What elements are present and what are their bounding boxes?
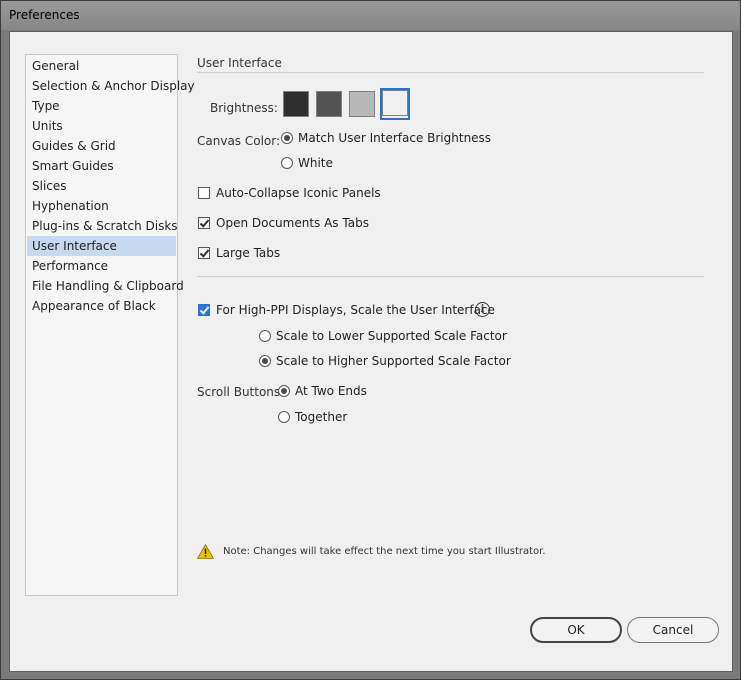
- scale-lower-radio[interactable]: Scale to Lower Supported Scale Factor: [259, 329, 507, 343]
- radio-indicator: [259, 330, 271, 342]
- section-title: User Interface: [197, 56, 282, 70]
- canvas-white-radio[interactable]: White: [281, 156, 333, 170]
- auto-collapse-checkbox[interactable]: Auto-Collapse Iconic Panels: [198, 186, 381, 200]
- warning-icon: [197, 544, 214, 559]
- sidebar-item-file-handling-clipboard[interactable]: File Handling & Clipboard: [27, 276, 184, 296]
- sidebar-item-type[interactable]: Type: [27, 96, 176, 116]
- sidebar-item-performance[interactable]: Performance: [27, 256, 176, 276]
- radio-label: Match User Interface Brightness: [298, 131, 492, 145]
- category-list: General Selection & Anchor Display Type …: [25, 54, 195, 596]
- checkbox-indicator: [198, 187, 210, 199]
- radio-indicator: [278, 411, 290, 423]
- dialog-body: General Selection & Anchor Display Type …: [9, 31, 733, 672]
- sidebar-item-guides-grid[interactable]: Guides & Grid: [27, 136, 176, 156]
- restart-note: Note: Changes will take effect the next …: [223, 546, 546, 557]
- scroll-together-radio[interactable]: Together: [278, 410, 347, 424]
- sidebar-item-hyphenation[interactable]: Hyphenation: [27, 196, 176, 216]
- preferences-window: Preferences General Selection & Anchor D…: [0, 0, 741, 680]
- sidebar-item-slices[interactable]: Slices: [27, 176, 176, 196]
- brightness-label: Brightness:: [210, 101, 278, 115]
- ok-button[interactable]: OK: [530, 617, 622, 643]
- radio-indicator: [278, 385, 290, 397]
- sidebar-item-smart-guides[interactable]: Smart Guides: [27, 156, 176, 176]
- sidebar-item-user-interface[interactable]: User Interface: [27, 236, 176, 256]
- checkbox-indicator: [198, 247, 210, 259]
- scroll-buttons-label: Scroll Buttons:: [197, 385, 285, 399]
- window-title: Preferences: [9, 8, 80, 22]
- radio-label: White: [298, 156, 333, 170]
- title-bar[interactable]: Preferences: [1, 1, 740, 30]
- canvas-color-label: Canvas Color:: [197, 134, 281, 148]
- scroll-at-two-ends-radio[interactable]: At Two Ends: [278, 384, 367, 398]
- radio-label: Together: [295, 410, 348, 424]
- checkbox-label: Open Documents As Tabs: [216, 216, 369, 230]
- checkbox-label: Auto-Collapse Iconic Panels: [216, 186, 381, 200]
- checkbox-label: For High-PPI Displays, Scale the User In…: [216, 303, 495, 317]
- info-icon[interactable]: i: [475, 302, 490, 317]
- radio-indicator: [281, 157, 293, 169]
- high-ppi-scale-checkbox[interactable]: For High-PPI Displays, Scale the User In…: [198, 303, 495, 317]
- radio-label: Scale to Lower Supported Scale Factor: [276, 329, 507, 343]
- brightness-swatch-dark[interactable]: [283, 91, 309, 117]
- cancel-button[interactable]: Cancel: [627, 617, 719, 643]
- open-docs-as-tabs-checkbox[interactable]: Open Documents As Tabs: [198, 216, 369, 230]
- large-tabs-checkbox[interactable]: Large Tabs: [198, 246, 280, 260]
- sidebar-item-plugins-scratch-disks[interactable]: Plug-ins & Scratch Disks: [27, 216, 178, 236]
- checkbox-label: Large Tabs: [216, 246, 281, 260]
- section-divider-2: [197, 276, 704, 277]
- radio-label: At Two Ends: [295, 384, 367, 398]
- sidebar-item-units[interactable]: Units: [27, 116, 176, 136]
- brightness-swatch-light[interactable]: [382, 90, 408, 116]
- radio-indicator: [259, 355, 271, 367]
- radio-label: Scale to Higher Supported Scale Factor: [276, 354, 511, 368]
- brightness-swatch-medium-dark[interactable]: [316, 91, 342, 117]
- radio-indicator: [281, 132, 293, 144]
- sidebar-item-selection-anchor-display[interactable]: Selection & Anchor Display: [27, 76, 195, 96]
- section-divider: [197, 72, 704, 73]
- checkbox-indicator: [198, 304, 210, 316]
- canvas-match-ui-radio[interactable]: Match User Interface Brightness: [281, 131, 491, 145]
- brightness-swatch-medium-light[interactable]: [349, 91, 375, 117]
- sidebar-item-appearance-of-black[interactable]: Appearance of Black: [27, 296, 176, 316]
- sidebar-item-general[interactable]: General: [27, 56, 176, 76]
- checkbox-indicator: [198, 217, 210, 229]
- scale-higher-radio[interactable]: Scale to Higher Supported Scale Factor: [259, 354, 511, 368]
